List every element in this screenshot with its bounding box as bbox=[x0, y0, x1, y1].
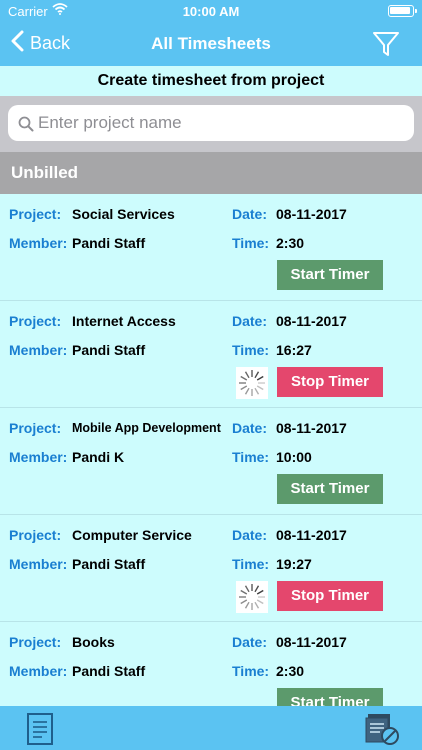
page-title: All Timesheets bbox=[151, 34, 271, 53]
search-field[interactable] bbox=[8, 105, 414, 141]
unbilled-invoice-button[interactable] bbox=[364, 712, 400, 750]
project-value: Computer Service bbox=[72, 527, 192, 543]
project-search-input[interactable] bbox=[38, 105, 398, 141]
start-timer-button[interactable]: Start Timer bbox=[277, 260, 383, 290]
timesheet-list: Project: Social Services Date: 08-11-201… bbox=[0, 194, 422, 706]
timesheet-entry[interactable]: Project: Social Services Date: 08-11-201… bbox=[0, 194, 422, 301]
navigation-bar: Back All Timesheets bbox=[0, 22, 422, 66]
project-label: Project: bbox=[9, 420, 62, 436]
date-label: Date: bbox=[232, 420, 268, 436]
member-value: Pandi Staff bbox=[72, 663, 146, 679]
project-label: Project: bbox=[9, 527, 62, 543]
status-bar: Carrier 10:00 AM bbox=[0, 0, 422, 22]
date-value: 08-11-2017 bbox=[276, 420, 347, 436]
member-label: Member: bbox=[9, 556, 68, 572]
date-value: 08-11-2017 bbox=[276, 313, 347, 329]
member-label: Member: bbox=[9, 235, 68, 251]
filter-icon bbox=[372, 32, 400, 62]
time-label: Time: bbox=[232, 663, 270, 679]
date-label: Date: bbox=[232, 206, 268, 222]
timesheet-entry[interactable]: Project: Mobile App Development Date: 08… bbox=[0, 408, 422, 515]
project-label: Project: bbox=[9, 206, 62, 222]
member-label: Member: bbox=[9, 449, 68, 465]
member-value: Pandi K bbox=[72, 449, 125, 465]
time-label: Time: bbox=[232, 342, 270, 358]
member-value: Pandi Staff bbox=[72, 342, 146, 358]
time-label: Time: bbox=[232, 449, 270, 465]
date-label: Date: bbox=[232, 313, 268, 329]
project-value: Mobile App Development bbox=[72, 421, 221, 435]
unbilled-invoice-icon bbox=[364, 714, 400, 750]
start-timer-button[interactable]: Start Timer bbox=[277, 688, 383, 706]
time-value: 10:00 bbox=[276, 449, 312, 465]
stop-timer-button[interactable]: Stop Timer bbox=[277, 581, 383, 611]
activity-spinner-icon bbox=[236, 581, 268, 613]
battery-icon bbox=[388, 5, 417, 17]
timesheet-list-icon bbox=[26, 713, 54, 750]
project-label: Project: bbox=[9, 634, 62, 650]
time-label: Time: bbox=[232, 556, 270, 572]
date-label: Date: bbox=[232, 634, 268, 650]
timesheet-list-button[interactable] bbox=[26, 712, 54, 750]
timesheet-entry[interactable]: Project: Books Date: 08-11-2017 Member: … bbox=[0, 622, 422, 706]
filter-button[interactable] bbox=[372, 30, 400, 63]
date-value: 08-11-2017 bbox=[276, 634, 347, 650]
time-label: Time: bbox=[232, 235, 270, 251]
clock-time: 10:00 AM bbox=[182, 4, 240, 19]
project-value: Books bbox=[72, 634, 115, 650]
member-label: Member: bbox=[9, 342, 68, 358]
project-label: Project: bbox=[9, 313, 62, 329]
time-value: 2:30 bbox=[276, 235, 305, 251]
member-value: Pandi Staff bbox=[72, 235, 146, 251]
project-value: Internet Access bbox=[72, 313, 176, 329]
member-value: Pandi Staff bbox=[72, 556, 146, 572]
date-value: 08-11-2017 bbox=[276, 527, 347, 543]
date-value: 08-11-2017 bbox=[276, 206, 347, 222]
start-timer-button[interactable]: Start Timer bbox=[277, 474, 383, 504]
date-label: Date: bbox=[232, 527, 268, 543]
create-timesheet-link[interactable]: Create timesheet from project bbox=[0, 66, 422, 96]
bottom-toolbar bbox=[0, 706, 422, 750]
activity-spinner-icon bbox=[236, 367, 268, 399]
member-label: Member: bbox=[9, 663, 68, 679]
project-value: Social Services bbox=[72, 206, 175, 222]
timesheet-entry[interactable]: Project: Internet Access Date: 08-11-201… bbox=[0, 301, 422, 408]
search-bar bbox=[0, 96, 422, 152]
time-value: 16:27 bbox=[276, 342, 312, 358]
time-value: 19:27 bbox=[276, 556, 312, 572]
timesheet-entry[interactable]: Project: Computer Service Date: 08-11-20… bbox=[0, 515, 422, 622]
section-header-unbilled: Unbilled bbox=[0, 152, 422, 194]
time-value: 2:30 bbox=[276, 663, 305, 679]
stop-timer-button[interactable]: Stop Timer bbox=[277, 367, 383, 397]
